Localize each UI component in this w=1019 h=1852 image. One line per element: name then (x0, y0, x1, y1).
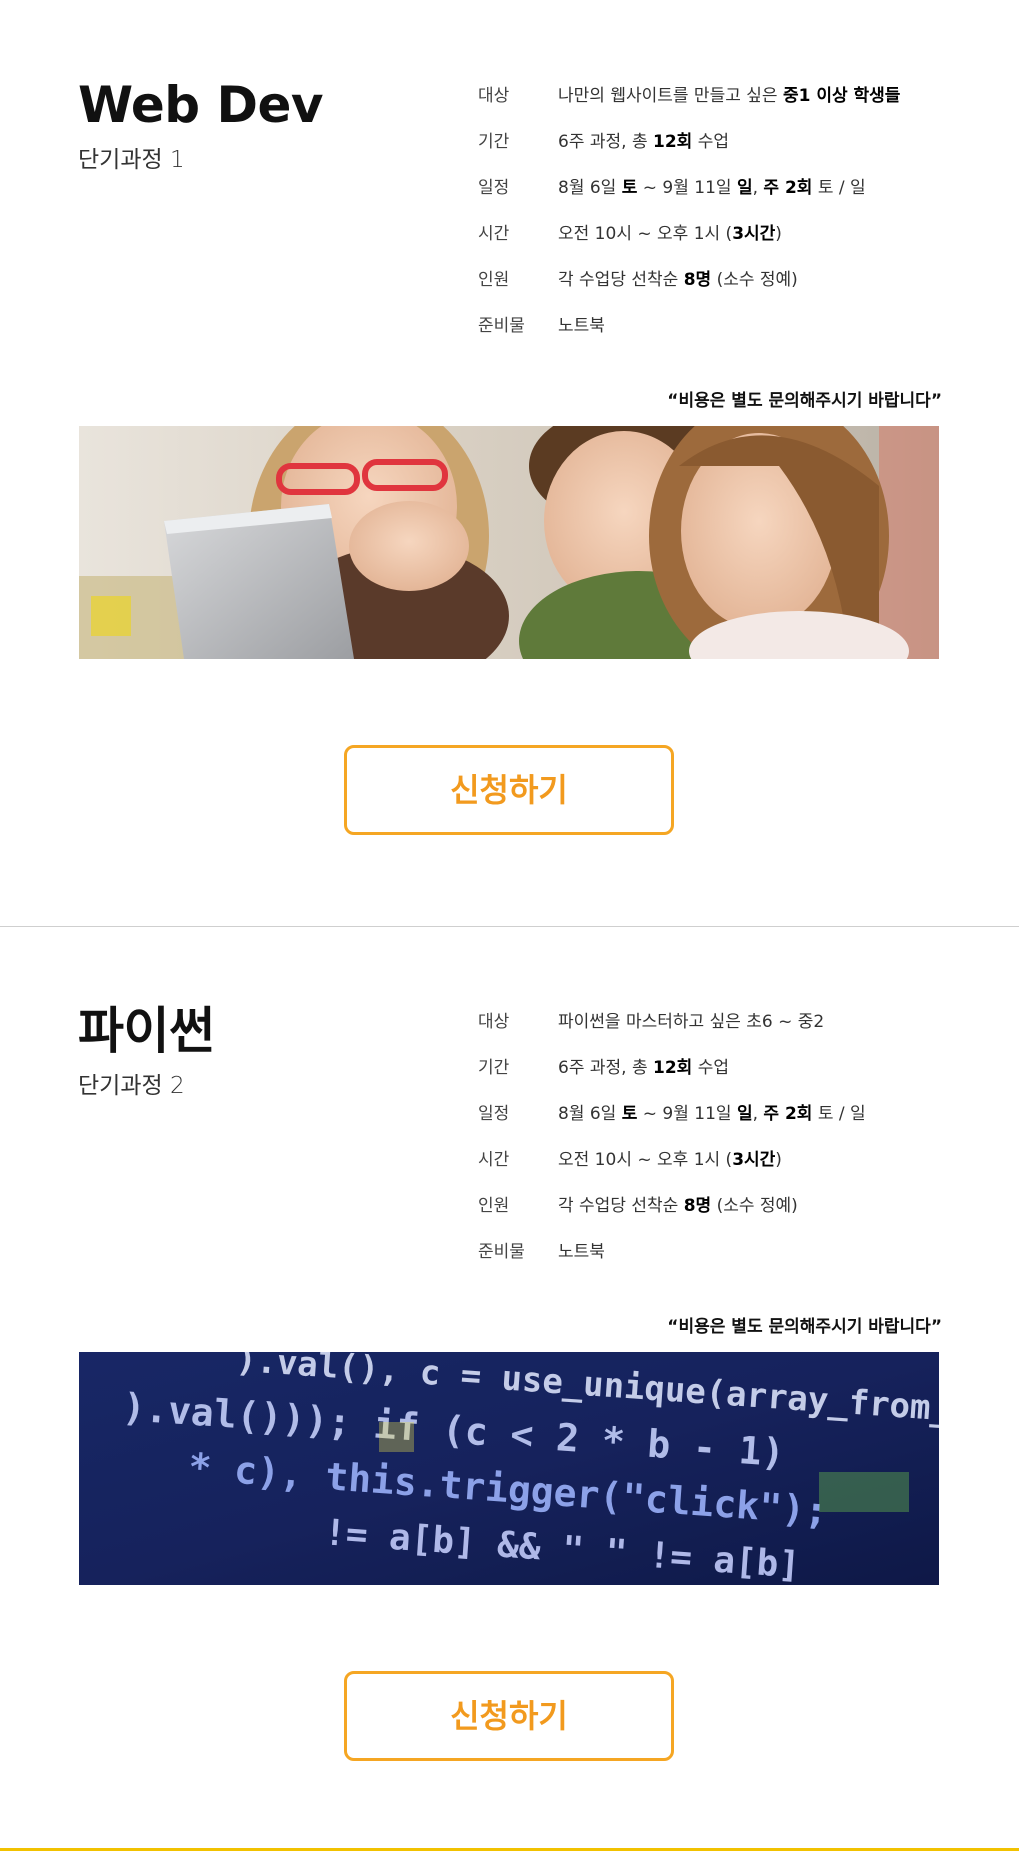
info-text: 6주 과정, 총 (558, 132, 653, 152)
info-text: ) (775, 224, 782, 244)
course-subtitle: 단기과정 2 (78, 1073, 185, 1099)
info-label: 일정 (478, 178, 510, 198)
info-text: 토 / 일 (812, 1104, 866, 1124)
info-text-bold: 토 (621, 178, 638, 198)
info-text: 수업 (692, 1058, 729, 1078)
info-label: 준비물 (478, 316, 525, 336)
info-row-duration: 기간 6주 과정, 총 12회 수업 (478, 130, 958, 176)
apply-button[interactable]: 신청하기 (344, 1671, 674, 1761)
info-text-bold: 주 2회 (763, 1104, 813, 1124)
course-info-table: 대상 나만의 웹사이트를 만들고 싶은 중1 이상 학생들 기간 6주 과정, … (478, 84, 958, 360)
info-text: ) (775, 1150, 782, 1170)
info-value: 각 수업당 선착순 8명 (소수 정예) (558, 268, 798, 292)
info-text: ~ 9월 11일 (637, 178, 737, 198)
course-section-python: 파이썬 단기과정 2 대상 파이썬을 마스터하고 싶은 초6 ~ 중2 기간 6… (0, 926, 1019, 1852)
info-row-schedule: 일정 8월 6일 토 ~ 9월 11일 일, 주 2회 토 / 일 (478, 176, 958, 222)
course-subtitle: 단기과정 1 (78, 147, 185, 173)
cost-inquiry-note: “비용은 별도 문의해주시기 바랍니다” (667, 391, 942, 411)
info-text-bold: 8명 (683, 1196, 712, 1216)
info-label: 시간 (478, 1150, 510, 1170)
info-row-time: 시간 오전 10시 ~ 오후 1시 (3시간) (478, 1148, 958, 1194)
info-text-bold: 12회 (653, 1058, 693, 1078)
info-label: 대상 (478, 1012, 510, 1032)
info-value: 8월 6일 토 ~ 9월 11일 일, 주 2회 토 / 일 (558, 176, 866, 200)
info-value: 노트북 (558, 1240, 605, 1264)
info-row-capacity: 인원 각 수업당 선착순 8명 (소수 정예) (478, 1194, 958, 1240)
info-text-bold: 중1 이상 학생들 (782, 86, 901, 106)
info-row-time: 시간 오전 10시 ~ 오후 1시 (3시간) (478, 222, 958, 268)
info-text: (소수 정예) (711, 270, 798, 290)
info-text-bold: 일 (736, 178, 753, 198)
info-value: 오전 10시 ~ 오후 1시 (3시간) (558, 222, 782, 246)
info-text-bold: 3시간 (732, 224, 776, 244)
course-section-web-dev: Web Dev 단기과정 1 대상 나만의 웹사이트를 만들고 싶은 중1 이상… (0, 0, 1019, 926)
course-title: 파이썬 (78, 1002, 215, 1060)
code-screen-photo: ).val(), c = use_unique(array_from_ ).va… (79, 1352, 939, 1585)
info-value: 6주 과정, 총 12회 수업 (558, 1056, 729, 1080)
info-row-target: 대상 나만의 웹사이트를 만들고 싶은 중1 이상 학생들 (478, 84, 958, 130)
kids-with-laptop-photo (79, 426, 939, 659)
info-text-bold: 12회 (653, 132, 693, 152)
apply-button[interactable]: 신청하기 (344, 745, 674, 835)
info-text: 수업 (692, 132, 729, 152)
info-text: 나만의 웹사이트를 만들고 싶은 (558, 86, 783, 106)
info-text: 오전 10시 ~ 오후 1시 ( (558, 1150, 733, 1170)
info-row-duration: 기간 6주 과정, 총 12회 수업 (478, 1056, 958, 1102)
info-label: 기간 (478, 132, 510, 152)
info-text: 각 수업당 선착순 (558, 270, 684, 290)
info-label: 일정 (478, 1104, 510, 1124)
info-text: 노트북 (558, 316, 605, 336)
info-text-bold: 토 (621, 1104, 638, 1124)
info-text: 토 / 일 (812, 178, 866, 198)
info-text: 8월 6일 (558, 178, 622, 198)
info-value: 나만의 웹사이트를 만들고 싶은 중1 이상 학생들 (558, 84, 900, 108)
info-text: (소수 정예) (711, 1196, 798, 1216)
info-row-supplies: 준비물 노트북 (478, 1240, 958, 1286)
info-text: 노트북 (558, 1242, 605, 1262)
info-text: 파이썬을 마스터하고 싶은 초6 ~ 중2 (558, 1012, 825, 1032)
course-title: Web Dev (78, 76, 324, 134)
info-label: 대상 (478, 86, 510, 106)
course-info-table: 대상 파이썬을 마스터하고 싶은 초6 ~ 중2 기간 6주 과정, 총 12회… (478, 1010, 958, 1286)
info-label: 기간 (478, 1058, 510, 1078)
info-text: ~ 9월 11일 (637, 1104, 737, 1124)
info-value: 파이썬을 마스터하고 싶은 초6 ~ 중2 (558, 1010, 824, 1034)
info-text: 6주 과정, 총 (558, 1058, 653, 1078)
info-text-bold: 주 2회 (763, 178, 813, 198)
info-text: 8월 6일 (558, 1104, 622, 1124)
info-row-supplies: 준비물 노트북 (478, 314, 958, 360)
info-value: 6주 과정, 총 12회 수업 (558, 130, 729, 154)
info-label: 시간 (478, 224, 510, 244)
info-text: , (752, 1104, 764, 1124)
info-label: 인원 (478, 1196, 510, 1216)
info-label: 인원 (478, 270, 510, 290)
cost-inquiry-note: “비용은 별도 문의해주시기 바랍니다” (667, 1317, 942, 1337)
info-row-capacity: 인원 각 수업당 선착순 8명 (소수 정예) (478, 268, 958, 314)
info-text-bold: 3시간 (732, 1150, 776, 1170)
info-value: 노트북 (558, 314, 605, 338)
info-row-schedule: 일정 8월 6일 토 ~ 9월 11일 일, 주 2회 토 / 일 (478, 1102, 958, 1148)
info-text: , (752, 178, 764, 198)
info-row-target: 대상 파이썬을 마스터하고 싶은 초6 ~ 중2 (478, 1010, 958, 1056)
info-text: 각 수업당 선착순 (558, 1196, 684, 1216)
info-value: 오전 10시 ~ 오후 1시 (3시간) (558, 1148, 782, 1172)
info-text-bold: 일 (736, 1104, 753, 1124)
info-text-bold: 8명 (683, 270, 712, 290)
info-label: 준비물 (478, 1242, 525, 1262)
info-value: 8월 6일 토 ~ 9월 11일 일, 주 2회 토 / 일 (558, 1102, 866, 1126)
info-text: 오전 10시 ~ 오후 1시 ( (558, 224, 733, 244)
info-value: 각 수업당 선착순 8명 (소수 정예) (558, 1194, 798, 1218)
